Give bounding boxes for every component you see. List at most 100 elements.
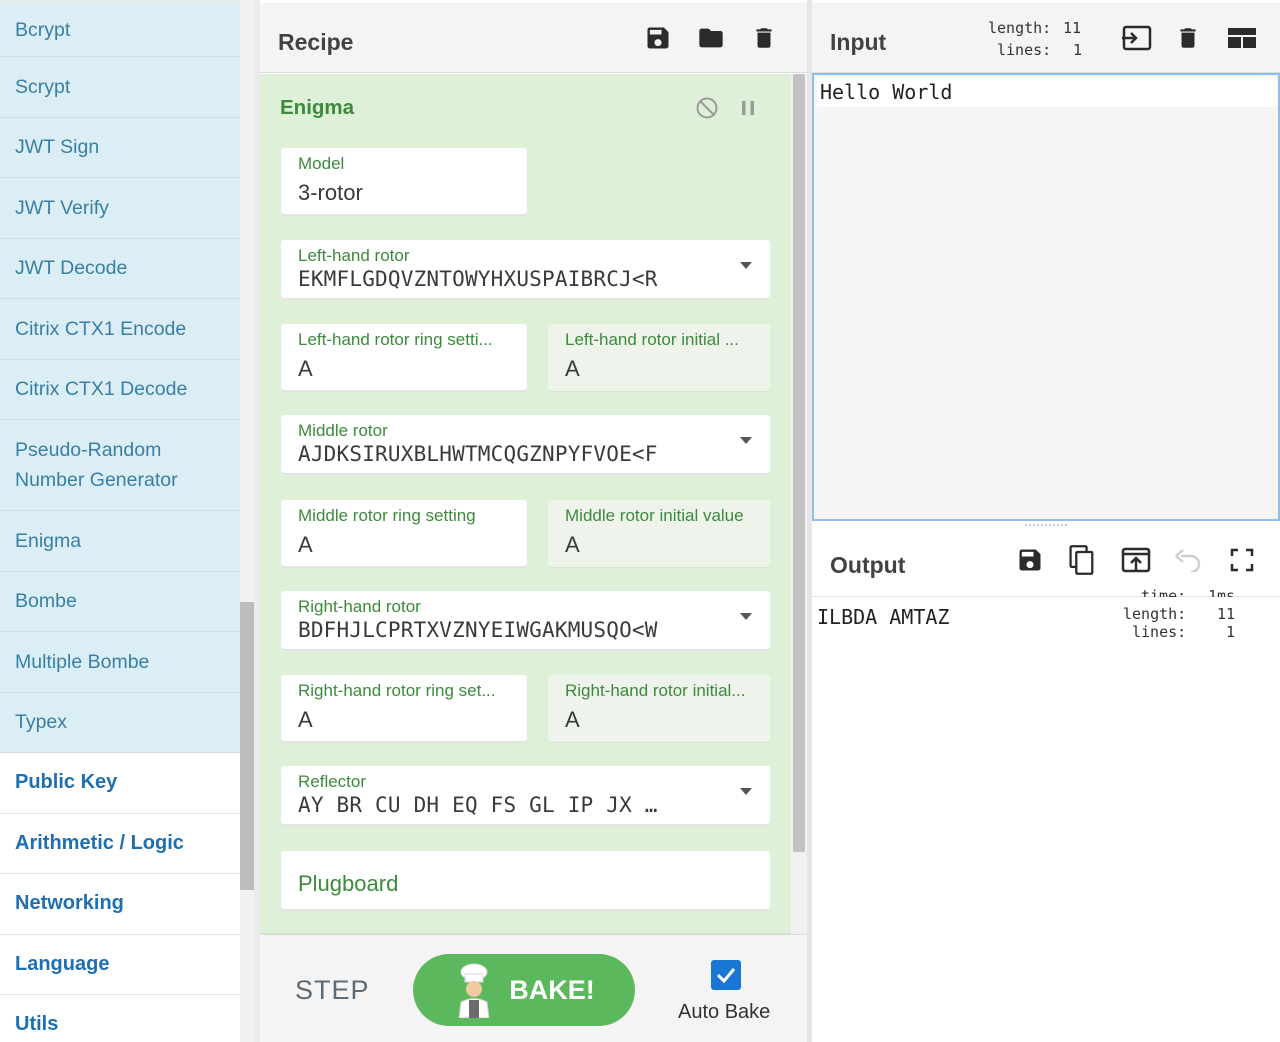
op-item-jwt-verify[interactable]: JWT Verify xyxy=(0,178,240,239)
category-networking[interactable]: Networking xyxy=(0,874,240,935)
reflector-label: Reflector xyxy=(298,772,367,791)
op-item-citrix-ctx1-encode[interactable]: Citrix CTX1 Encode xyxy=(0,299,240,360)
add-tab-icon[interactable] xyxy=(1118,20,1154,56)
output-lines-label: lines: xyxy=(1132,623,1187,641)
output-text[interactable]: ILBDA AMTAZ xyxy=(817,605,949,629)
left-rotor-select[interactable]: Left-hand rotor EKMFLGDQVZNTOWYHXUSPAIBR… xyxy=(281,240,770,300)
model-select[interactable]: Model 3-rotor xyxy=(281,148,527,216)
category-utils[interactable]: Utils xyxy=(0,995,240,1042)
reflector-select[interactable]: Reflector AY BR CU DH EQ FS GL IP JX … xyxy=(281,766,770,826)
undo-icon[interactable] xyxy=(1170,542,1206,578)
step-button[interactable]: STEP xyxy=(295,975,370,1006)
folder-icon[interactable] xyxy=(693,20,729,56)
input-lines-label: lines: xyxy=(997,41,1052,59)
recipe-title: Recipe xyxy=(278,29,354,55)
left-rotor-label: Left-hand rotor xyxy=(298,246,410,265)
save-icon[interactable] xyxy=(1012,542,1048,578)
op-item-jwt-decode[interactable]: JWT Decode xyxy=(0,238,240,299)
enigma-operation-card: Enigma Model 3-rotor Left-hand rotor EKM… xyxy=(260,74,791,934)
left-initial-value: A xyxy=(565,356,580,381)
replace-input-icon[interactable] xyxy=(1118,542,1154,578)
disable-icon[interactable] xyxy=(695,96,719,120)
category-public-key[interactable]: Public Key xyxy=(0,753,240,814)
right-ring-label: Right-hand rotor ring set... xyxy=(298,681,496,700)
model-label: Model xyxy=(298,154,345,173)
chevron-down-icon xyxy=(740,262,752,269)
bake-button[interactable]: BAKE! xyxy=(413,954,635,1026)
input-text[interactable]: Hello World xyxy=(817,77,1277,107)
recipe-controls: STEP BAKE! Auto Bake xyxy=(260,934,807,1042)
op-item-bcrypt[interactable]: Bcrypt xyxy=(0,3,240,57)
auto-bake-label: Auto Bake xyxy=(678,1001,771,1023)
op-item-citrix-ctx1-decode[interactable]: Citrix CTX1 Decode xyxy=(0,359,240,420)
category-language[interactable]: Language xyxy=(0,934,240,995)
layout-icon[interactable] xyxy=(1224,20,1260,56)
plugboard-label: Plugboard xyxy=(298,871,399,896)
chevron-down-icon xyxy=(740,788,752,795)
save-icon[interactable] xyxy=(640,20,676,56)
middle-initial-value: A xyxy=(565,532,580,557)
left-ring-setting-select[interactable]: Left-hand rotor ring setti... A xyxy=(281,324,527,392)
recipe-header: Recipe xyxy=(260,3,807,73)
category-arithmetic-logic[interactable]: Arithmetic / Logic xyxy=(0,813,240,874)
op-item-scrypt[interactable]: Scrypt xyxy=(0,57,240,118)
chevron-down-icon xyxy=(740,437,752,444)
left-rotor-value: EKMFLGDQVZNTOWYHXUSPAIBRCJ<R xyxy=(298,267,658,291)
op-item-enigma[interactable]: Enigma xyxy=(0,511,240,572)
output-length-label: length: xyxy=(1123,605,1187,623)
operation-title: Enigma xyxy=(280,96,355,119)
right-initial-value-select[interactable]: Right-hand rotor initial... A xyxy=(548,675,770,743)
io-splitter[interactable] xyxy=(812,521,1280,533)
model-value: 3-rotor xyxy=(298,180,363,205)
left-initial-value-select[interactable]: Left-hand rotor initial ... A xyxy=(548,324,770,392)
op-item-jwt-sign[interactable]: JWT Sign xyxy=(0,117,240,178)
op-item-bombe[interactable]: Bombe xyxy=(0,571,240,632)
right-rotor-select[interactable]: Right-hand rotor BDFHJLCPRTXVZNYEIWGAKMU… xyxy=(281,591,770,651)
op-item-typex[interactable]: Typex xyxy=(0,692,240,753)
output-textarea[interactable]: ILBDA AMTAZ length: 11 lines: 1 xyxy=(812,597,1280,1042)
op-item-prng[interactable]: Pseudo-Random Number Generator xyxy=(0,420,240,511)
middle-ring-value: A xyxy=(298,532,313,557)
middle-rotor-label: Middle rotor xyxy=(298,421,388,440)
right-rotor-value: BDFHJLCPRTXVZNYEIWGAKMUSQO<W xyxy=(298,618,658,642)
middle-initial-label: Middle rotor initial value xyxy=(565,506,744,525)
recipe-pane: Recipe Enigma Model 3-rotor Left-hand ro… xyxy=(260,0,807,1042)
right-initial-value: A xyxy=(565,707,580,732)
reflector-value: AY BR CU DH EQ FS GL IP JX … xyxy=(298,793,658,817)
input-lines-value: 1 xyxy=(1073,41,1083,59)
middle-ring-label: Middle rotor ring setting xyxy=(298,506,476,525)
input-length-value: 11 xyxy=(1063,19,1082,37)
trash-icon[interactable] xyxy=(746,20,782,56)
input-textarea[interactable]: Hello World xyxy=(812,73,1280,521)
right-initial-label: Right-hand rotor initial... xyxy=(565,681,746,700)
operations-scrollbar-thumb[interactable] xyxy=(240,602,254,890)
operations-sidebar: Bcrypt Scrypt JWT Sign JWT Verify JWT De… xyxy=(0,0,240,1042)
left-ring-label: Left-hand rotor ring setti... xyxy=(298,330,493,349)
checkmark-icon xyxy=(716,968,736,984)
output-title: Output xyxy=(830,552,906,578)
input-header: Input length: 11 lines: 1 xyxy=(812,3,1280,73)
bake-label: BAKE! xyxy=(509,974,595,1005)
chevron-down-icon xyxy=(740,613,752,620)
input-length-label: length: xyxy=(988,19,1052,37)
op-item-multiple-bombe[interactable]: Multiple Bombe xyxy=(0,632,240,693)
pause-icon[interactable] xyxy=(736,96,760,120)
output-lines-value: 1 xyxy=(1226,623,1236,641)
right-ring-setting-select[interactable]: Right-hand rotor ring set... A xyxy=(281,675,527,743)
middle-rotor-select[interactable]: Middle rotor AJDKSIRUXBLHWTMCQGZNPYFVOE<… xyxy=(281,415,770,475)
input-title: Input xyxy=(830,29,887,55)
left-initial-label: Left-hand rotor initial ... xyxy=(565,330,739,349)
middle-ring-setting-select[interactable]: Middle rotor ring setting A xyxy=(281,500,527,568)
maximize-icon[interactable] xyxy=(1224,542,1260,578)
middle-initial-value-select[interactable]: Middle rotor initial value A xyxy=(548,500,770,568)
left-ring-value: A xyxy=(298,356,313,381)
recipe-scrollbar-thumb[interactable] xyxy=(793,74,805,852)
auto-bake-checkbox[interactable] xyxy=(711,960,741,990)
plugboard-input[interactable]: Plugboard xyxy=(281,851,770,911)
middle-rotor-value: AJDKSIRUXBLHWTMCQGZNPYFVOE<F xyxy=(298,442,658,466)
output-header: Output time: 1ms xyxy=(812,533,1280,605)
trash-icon[interactable] xyxy=(1170,20,1206,56)
chef-icon xyxy=(458,963,490,1018)
right-ring-value: A xyxy=(298,707,313,732)
copy-icon[interactable] xyxy=(1064,542,1100,578)
